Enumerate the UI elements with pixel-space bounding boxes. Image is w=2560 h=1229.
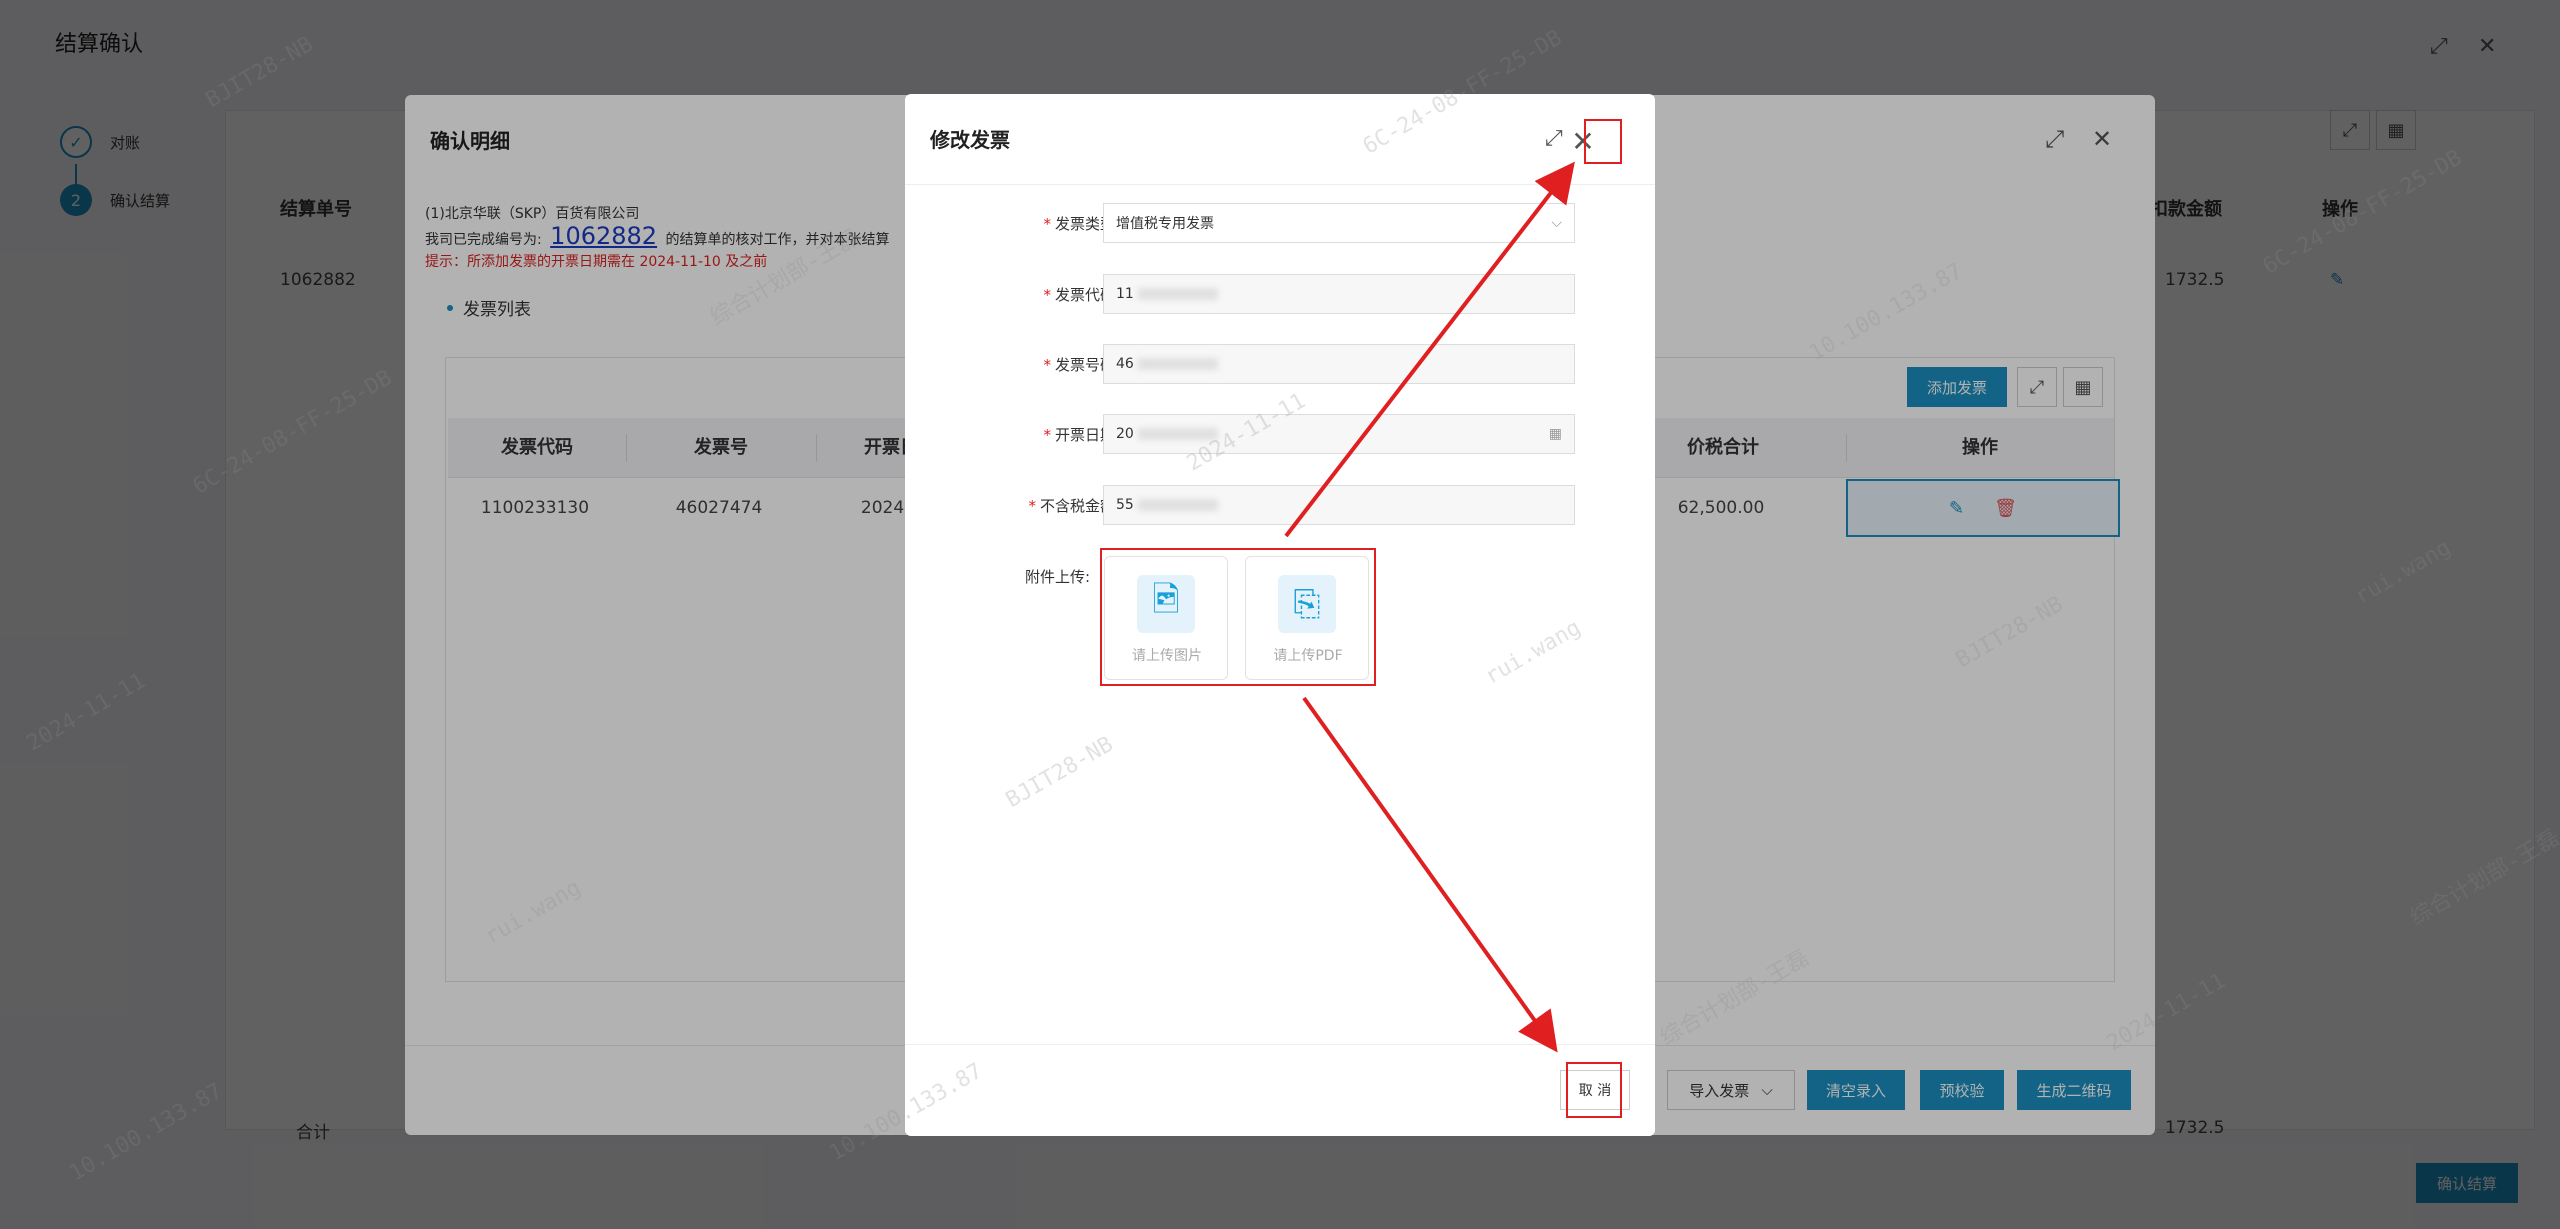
redacted-text [1137,499,1218,511]
invoice-date-picker[interactable]: 20 ▦ [1103,414,1575,454]
invoice-date-value: 20 [1116,426,1134,442]
invoice-date-row: * 开票日期: 20 ▦ [905,414,1655,456]
invoice-number-input[interactable]: 46 [1103,344,1575,384]
calendar-icon[interactable]: ▦ [1549,426,1562,442]
invoice-code-value: 11 [1116,286,1134,302]
close-highlight-box [1584,119,1622,164]
chevron-down-icon: ⌵ [1551,215,1562,231]
invoice-code-row: * 发票代码: 11 [905,274,1655,316]
amount-input[interactable]: 55 [1103,485,1575,525]
invoice-number-value: 46 [1116,356,1134,372]
invoice-code-input[interactable]: 11 [1103,274,1575,314]
redacted-text [1137,428,1218,440]
invoice-type-row: * 发票类型: 增值税专用发票 ⌵ [905,203,1655,245]
amount-row: * 不含税金额: 55 [905,485,1655,527]
upload-label: 附件上传: [1025,568,1091,586]
invoice-type-value: 增值税专用发票 [1116,216,1214,232]
header-divider [905,184,1655,185]
invoice-number-row: * 发票号码: 46 [905,344,1655,386]
redacted-text [1137,358,1218,370]
amount-value: 55 [1116,497,1134,513]
upload-highlight-box [1100,548,1376,686]
invoice-type-select[interactable]: 增值税专用发票 ⌵ [1103,203,1575,243]
redacted-text [1137,288,1218,300]
dialog-title: 修改发票 [930,128,1010,152]
maximize-icon[interactable]: ⤢ [1545,126,1563,151]
cancel-highlight-box [1566,1062,1622,1118]
footer-divider [905,1044,1655,1045]
